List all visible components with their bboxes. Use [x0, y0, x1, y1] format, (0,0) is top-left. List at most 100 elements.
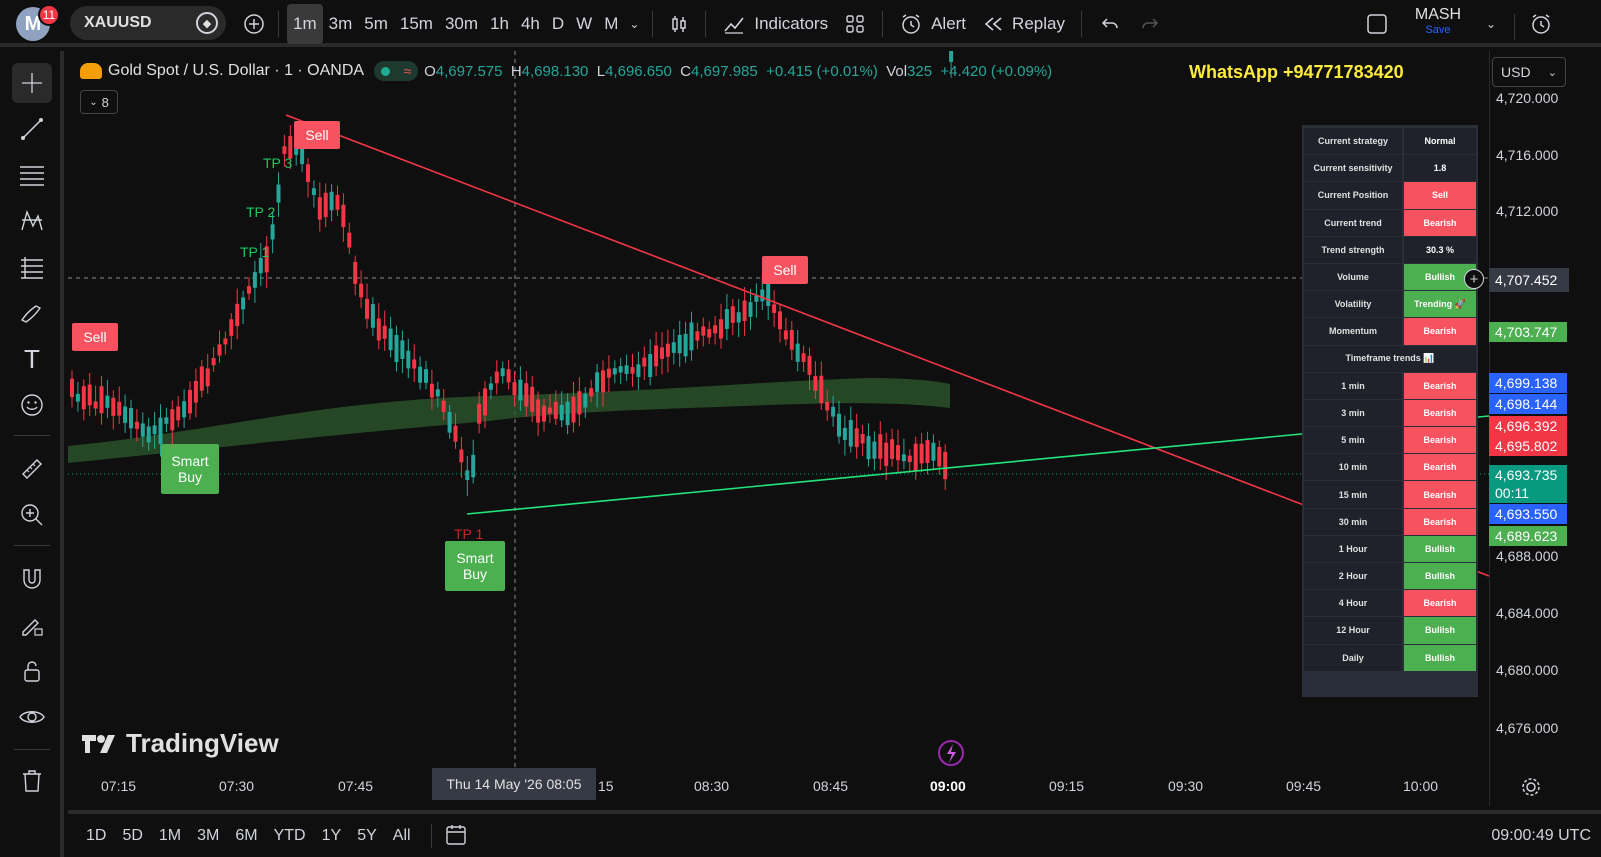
- range-6m[interactable]: 6M: [227, 827, 265, 845]
- quick-search-icon[interactable]: [1524, 4, 1558, 44]
- emoji-icon[interactable]: [12, 385, 52, 425]
- separator: [14, 545, 50, 546]
- sell-signal-right[interactable]: Sell: [762, 256, 808, 284]
- brush-icon[interactable]: [12, 293, 52, 333]
- candle-body: [536, 399, 541, 423]
- price-tag: 00:11: [1489, 483, 1567, 503]
- candle-body: [317, 197, 322, 220]
- timeframe-5m[interactable]: 5m: [358, 4, 394, 44]
- strategy-value: Bullish: [1404, 535, 1476, 562]
- sell-signal-left[interactable]: Sell: [72, 323, 118, 351]
- undo-icon[interactable]: [1090, 4, 1130, 44]
- candle-body: [111, 397, 116, 416]
- candle-body: [896, 445, 900, 461]
- timeframe-1m[interactable]: 1m: [287, 4, 323, 44]
- candle-body: [671, 342, 676, 353]
- zoom-in-icon[interactable]: [12, 495, 52, 535]
- fullscreen-square-icon[interactable]: [1360, 4, 1394, 44]
- compare-symbol-plus-icon[interactable]: [238, 4, 270, 44]
- replay-rewind-icon: [984, 17, 1002, 31]
- candle-body: [270, 224, 275, 240]
- timeframe-30m[interactable]: 30m: [439, 4, 484, 44]
- candle-body: [701, 326, 706, 336]
- smart-buy-signal-left[interactable]: Smart Buy: [161, 444, 219, 494]
- vol-label: Vol: [886, 62, 908, 80]
- calendar-range-icon[interactable]: [444, 822, 472, 850]
- strategy-label: 4 Hour: [1304, 590, 1402, 617]
- utc-clock[interactable]: 09:00:49 UTC: [1491, 827, 1591, 845]
- unlock-icon[interactable]: [12, 651, 52, 691]
- range-1y[interactable]: 1Y: [314, 827, 350, 845]
- range-5y[interactable]: 5Y: [349, 827, 385, 845]
- templates-grid-icon[interactable]: [836, 4, 874, 44]
- timeframe-15m[interactable]: 15m: [394, 4, 439, 44]
- tp3-label: TP 3: [263, 155, 293, 171]
- timeframe-dropdown-chevron-icon[interactable]: ⌄: [624, 4, 644, 44]
- diamond-icon[interactable]: ◆: [196, 12, 218, 34]
- timeframe-1h[interactable]: 1h: [484, 4, 515, 44]
- strategy-row: Volatility Trending 🚀: [1304, 291, 1476, 318]
- horizontal-lines-icon[interactable]: [12, 155, 52, 195]
- candle-body: [636, 364, 641, 377]
- candle-body: [388, 328, 393, 351]
- chart-pane[interactable]: TP 3 TP 2 TP 1 TP 1 Sell Sell Sell Smart…: [68, 39, 1490, 806]
- magnet-icon[interactable]: [12, 559, 52, 599]
- timeframe-M[interactable]: M: [598, 4, 624, 44]
- pattern-tool-icon[interactable]: [12, 201, 52, 241]
- candle-body: [606, 368, 611, 378]
- lock-drawing-pencil-icon[interactable]: [12, 605, 52, 645]
- range-all[interactable]: All: [385, 827, 419, 845]
- ruler-icon[interactable]: [12, 449, 52, 489]
- ohlc-values: O4,697.575 H4,698.130 L4,696.650 C4,697.…: [424, 63, 1052, 80]
- timeframe-4h[interactable]: 4h: [515, 4, 546, 44]
- timeframe-D[interactable]: D: [546, 4, 570, 44]
- candle-body: [441, 400, 446, 413]
- trend-line-icon[interactable]: [12, 109, 52, 149]
- candle-body: [583, 393, 588, 408]
- candle-body: [713, 325, 718, 334]
- strategy-label: Momentum: [1304, 318, 1402, 345]
- candle-body: [370, 304, 375, 328]
- range-1m[interactable]: 1M: [151, 827, 189, 845]
- symbol-search[interactable]: XAUUSD ◆: [70, 6, 226, 40]
- chevron-down-icon: ⌄: [89, 96, 98, 108]
- candle-body: [518, 379, 523, 401]
- alert-button[interactable]: Alert: [891, 4, 974, 44]
- candle-body: [624, 365, 629, 374]
- trash-icon[interactable]: [12, 761, 52, 801]
- sell-signal-top[interactable]: Sell: [294, 121, 340, 149]
- price-chart[interactable]: TP 3 TP 2 TP 1 TP 1: [68, 39, 1490, 806]
- replay-button[interactable]: Replay: [974, 4, 1073, 44]
- range-3m[interactable]: 3M: [189, 827, 227, 845]
- chart-settings-gear-icon[interactable]: [1520, 776, 1542, 798]
- redo-icon[interactable]: [1130, 4, 1170, 44]
- currency-select[interactable]: USD ⌄: [1492, 57, 1566, 87]
- add-price-plus-icon[interactable]: +: [1464, 269, 1484, 289]
- fib-retracement-icon[interactable]: [12, 247, 52, 287]
- legend-title[interactable]: Gold Spot / U.S. Dollar · 1 · OANDA: [108, 62, 364, 80]
- timeframe-3m[interactable]: 3m: [323, 4, 359, 44]
- strategy-row: 5 min Bearish: [1304, 427, 1476, 454]
- range-ytd[interactable]: YTD: [266, 827, 314, 845]
- range-1d[interactable]: 1D: [78, 827, 114, 845]
- notification-badge[interactable]: 11: [38, 4, 60, 26]
- market-status-pill[interactable]: ≈: [374, 61, 419, 81]
- candle-body: [323, 192, 328, 218]
- indicators-button[interactable]: Indicators: [714, 4, 836, 44]
- text-tool-icon[interactable]: T: [12, 339, 52, 379]
- candle-body: [500, 368, 505, 377]
- candle-body: [553, 401, 558, 419]
- layout-name-button[interactable]: MASH Save: [1410, 6, 1466, 36]
- indicators-collapse-button[interactable]: ⌄ 8: [80, 90, 118, 114]
- range-5d[interactable]: 5D: [114, 827, 150, 845]
- smart-buy-signal-right[interactable]: Smart Buy: [445, 541, 505, 591]
- timeframe-W[interactable]: W: [570, 4, 598, 44]
- eye-icon[interactable]: [12, 697, 52, 737]
- crosshair-icon[interactable]: [12, 63, 52, 103]
- layout-dropdown-chevron-icon[interactable]: ⌄: [1480, 4, 1502, 44]
- candle-body: [258, 257, 263, 274]
- candle-type-icon[interactable]: [661, 4, 697, 44]
- separator: [430, 823, 432, 848]
- strategy-value: Bearish: [1404, 209, 1476, 236]
- candle-body: [447, 412, 452, 433]
